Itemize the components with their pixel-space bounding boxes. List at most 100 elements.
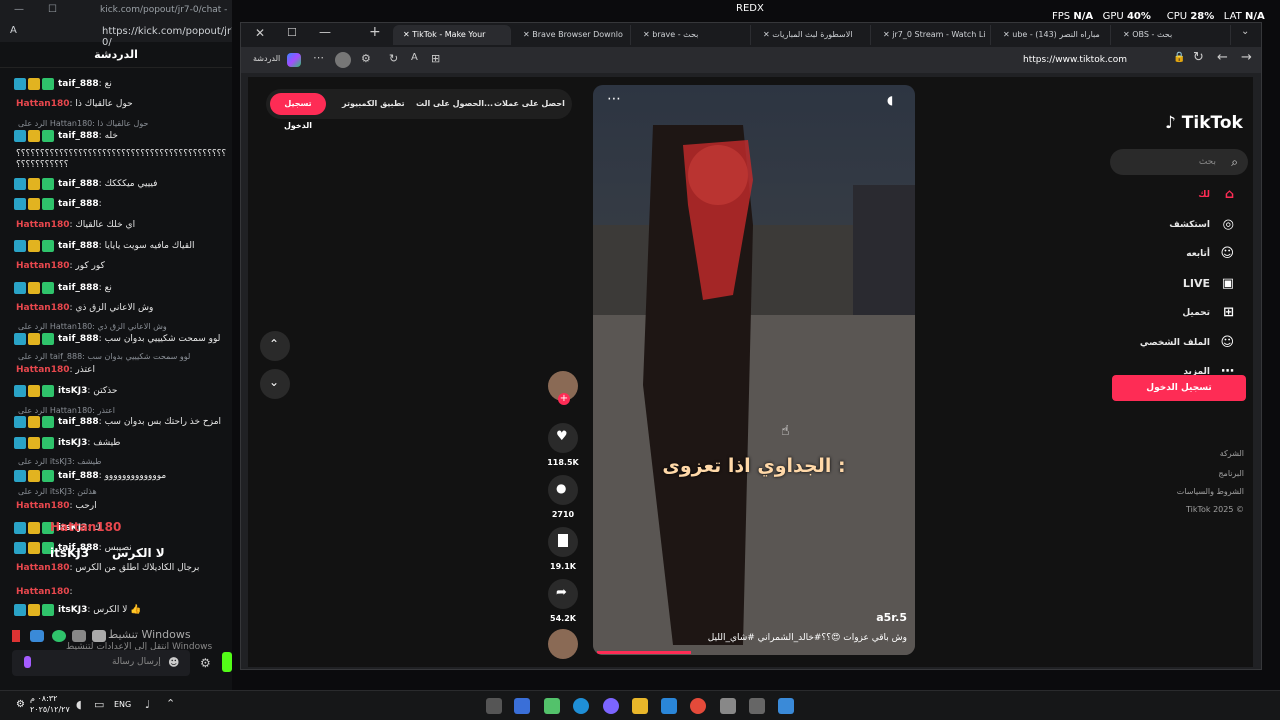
chat-username[interactable]: Hattan180 — [16, 220, 69, 230]
chat-username[interactable]: Hattan180 — [16, 501, 69, 511]
address-bar[interactable]: https://www.tiktok.com — [801, 50, 1201, 70]
chat-username[interactable]: Hattan180 — [16, 587, 69, 597]
close-tab-icon[interactable]: ✕ — [403, 30, 412, 39]
chat-username[interactable]: taif_888 — [58, 283, 99, 293]
chat-username[interactable]: Hattan180 — [16, 365, 69, 375]
close-tab-icon[interactable]: ✕ — [763, 30, 772, 39]
close-tab-icon[interactable]: ✕ — [523, 30, 532, 39]
video-author[interactable]: a5r.5 — [593, 611, 907, 624]
battery-icon[interactable]: ▭ — [94, 698, 104, 711]
emoji-icon[interactable]: ☻ — [168, 656, 179, 669]
video-progress-bar[interactable] — [597, 651, 692, 654]
discord-icon[interactable] — [603, 698, 619, 714]
store-icon[interactable] — [720, 698, 736, 714]
kick-address-bar[interactable]: A https://kick.com/popout/jr7-0/ — [0, 22, 232, 48]
nav-item-0[interactable]: لك ⌂ — [1128, 185, 1240, 205]
network-icon[interactable]: ⚙ — [16, 699, 25, 710]
close-tab-icon[interactable]: ✕ — [1123, 30, 1132, 39]
browser-tab[interactable]: ✕ TikTok - Make Your — [393, 25, 511, 45]
mic-icon[interactable]: ♩ — [145, 698, 150, 711]
chat-username[interactable]: taif_888 — [58, 334, 99, 344]
language-indicator[interactable]: ENG — [114, 700, 131, 709]
chevron-up-icon[interactable]: ⌃ — [166, 697, 175, 710]
minimize-icon[interactable]: — — [319, 25, 331, 39]
tab-overview-icon[interactable]: ☐ — [287, 26, 297, 39]
emote-icon[interactable] — [72, 630, 86, 642]
minimize-icon[interactable]: — — [14, 4, 24, 15]
top-item-coins[interactable]: احصل على عملات — [494, 93, 565, 115]
chat-username[interactable]: Hattan180 — [16, 563, 69, 573]
app-icon[interactable] — [486, 698, 502, 714]
extensions-icon[interactable]: ⚙ — [361, 52, 371, 65]
settings-icon[interactable]: ⚙ — [200, 656, 211, 670]
vscode-icon[interactable] — [661, 698, 677, 714]
next-video-button[interactable]: ⌄ — [260, 369, 290, 399]
leo-icon[interactable] — [287, 53, 301, 67]
login-button[interactable]: تسجيل الدخول — [1112, 375, 1246, 401]
sidebar-chat-label[interactable]: الدردشة — [253, 54, 280, 63]
app-icon[interactable] — [749, 698, 765, 714]
maximize-icon[interactable]: ☐ — [48, 4, 57, 15]
browser-tab[interactable]: ✕ brave - بحث — [633, 25, 751, 45]
clock-date[interactable]: ٢٠٢٥/١٢/٢٧ — [30, 705, 70, 714]
chat-username[interactable]: taif_888 — [58, 417, 99, 427]
tiktok-logo[interactable]: ♪ TikTok — [1165, 113, 1243, 133]
chat-username[interactable]: Hattan180 — [16, 261, 69, 271]
translate-icon[interactable]: A — [411, 52, 418, 63]
follow-plus-icon[interactable]: + — [558, 393, 570, 405]
volume-icon[interactable]: ◖ — [76, 698, 82, 711]
forward-icon[interactable]: → — [1241, 50, 1252, 65]
video-player[interactable]: ⋯ ◖ الجداوي اذا تعزوى : a5r.5 وش باقي عز… — [593, 85, 915, 655]
chat-input[interactable]: إرسال رسالة ☻ — [12, 650, 190, 676]
creator-avatar[interactable]: + — [548, 371, 578, 405]
close-tab-icon[interactable]: ✕ — [643, 30, 652, 39]
search-input[interactable]: بحث ⌕ — [1110, 149, 1248, 175]
avatar[interactable] — [335, 52, 351, 68]
app-icon[interactable] — [544, 698, 560, 714]
new-tab-button[interactable]: + — [369, 24, 381, 40]
top-item-get-app[interactable]: الحصول على الت... — [416, 93, 493, 115]
security-icon[interactable] — [514, 698, 530, 714]
chat-username[interactable]: itsKJ3 — [58, 438, 87, 448]
save-button[interactable] — [548, 527, 578, 557]
emote-icon[interactable] — [92, 630, 106, 642]
top-item-desktop-app[interactable]: تطبيق الكمبيوتر — [342, 93, 405, 115]
nav-item-2[interactable]: أتابعه ☺ — [1128, 244, 1240, 264]
chat-username[interactable]: itsKJ3 — [58, 386, 87, 396]
close-window-icon[interactable]: ✕ — [255, 26, 265, 40]
browser-tab[interactable]: ✕ OBS - بحث — [1113, 25, 1231, 45]
like-button[interactable]: ♥ — [548, 423, 578, 453]
close-tab-icon[interactable]: ✕ — [883, 30, 892, 39]
clock-time[interactable]: ٠٨:٣٢ م — [30, 694, 57, 703]
nav-item-5[interactable]: الملف الشخصي ☺ — [1128, 333, 1240, 353]
screenshot-icon[interactable]: ⊞ — [431, 52, 440, 65]
mic-icon[interactable] — [24, 656, 31, 668]
previous-video-button[interactable]: ⌃ — [260, 331, 290, 361]
share-button[interactable]: ➦ — [548, 579, 578, 609]
folder-icon[interactable] — [632, 698, 648, 714]
close-tab-icon[interactable]: ✕ — [1003, 30, 1012, 39]
chat-username[interactable]: taif_888 — [58, 79, 99, 89]
chevron-down-icon[interactable]: ⌄ — [1241, 26, 1249, 37]
chat-username[interactable]: taif_888 — [58, 131, 99, 141]
chat-username[interactable]: Hattan180 — [16, 99, 69, 109]
top-login-button[interactable]: تسجيل الدخول — [270, 93, 326, 130]
volume-icon[interactable]: ◖ — [887, 93, 893, 107]
edge-icon[interactable] — [573, 698, 589, 714]
translate-icon[interactable]: A — [10, 25, 17, 36]
footer-link[interactable]: الشروط والسياسات — [1138, 487, 1244, 496]
comment-button[interactable]: ● — [548, 475, 578, 505]
start-icon[interactable] — [778, 698, 794, 714]
reload-icon[interactable]: ↻ — [1193, 50, 1204, 65]
more-icon[interactable]: ⋯ — [313, 51, 324, 64]
chrome-icon[interactable] — [690, 698, 706, 714]
nav-item-4[interactable]: تحميل ⊞ — [1128, 303, 1240, 323]
emote-icon[interactable] — [30, 630, 44, 642]
footer-link[interactable]: البرنامج — [1138, 469, 1244, 478]
chat-username[interactable]: taif_888 — [58, 241, 99, 251]
refresh-icon[interactable]: ↻ — [389, 52, 398, 65]
more-options-icon[interactable]: ⋯ — [607, 91, 621, 107]
nav-item-3[interactable]: LIVE ▣ — [1128, 274, 1240, 294]
chat-username[interactable]: taif_888 — [58, 471, 99, 481]
back-icon[interactable]: ← — [1217, 50, 1228, 65]
